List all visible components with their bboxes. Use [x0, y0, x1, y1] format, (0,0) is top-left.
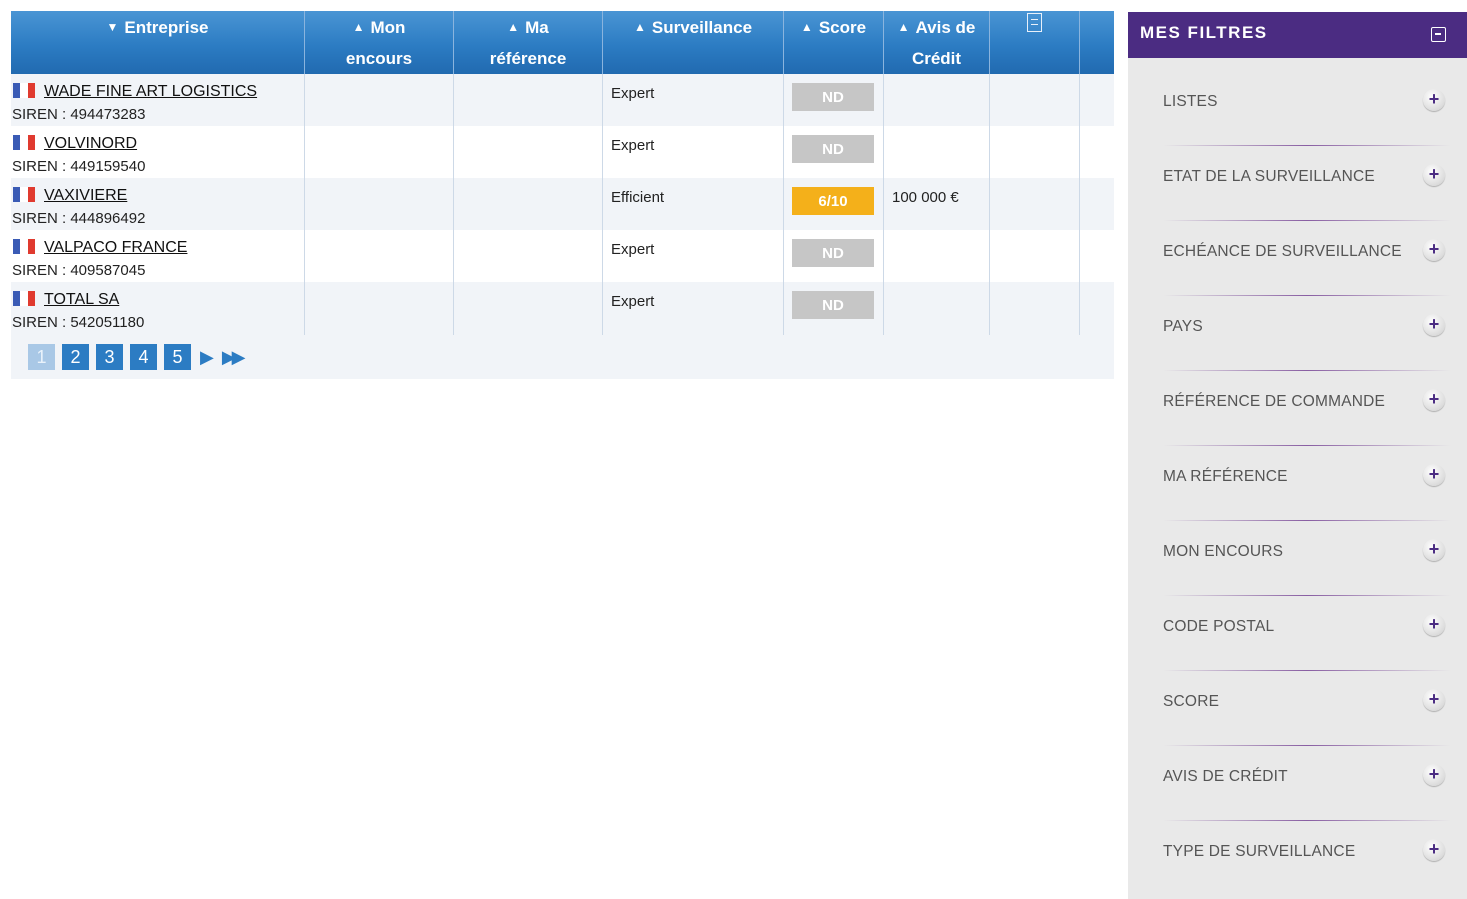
company-siren: SIREN : 494473283 — [12, 106, 146, 123]
column-label: Mon — [370, 18, 406, 37]
column-divider — [989, 74, 990, 335]
filter-avis-credit[interactable]: AVIS DE CRÉDIT + — [1128, 687, 1467, 786]
surveillance-type: Efficient — [611, 189, 665, 206]
column-label: Avis de — [915, 18, 976, 37]
filters-panel: MES FILTRES LISTES + ETAT DE LA SURVEILL… — [1128, 12, 1467, 899]
score-badge: ND — [792, 291, 874, 319]
surveillance-type: Expert — [611, 85, 655, 102]
company-link[interactable]: TOTAL SA — [44, 291, 119, 309]
company-link[interactable]: WADE FINE ART LOGISTICS — [44, 83, 257, 101]
filter-code-postal[interactable]: CODE POSTAL + — [1128, 537, 1467, 636]
page-button-2[interactable]: 2 — [62, 344, 89, 370]
filter-score[interactable]: SCORE + — [1128, 612, 1467, 711]
page-button-1: 1 — [28, 344, 55, 370]
document-icon — [1027, 13, 1042, 32]
column-label: Entreprise — [124, 18, 209, 37]
filter-ma-reference[interactable]: MA RÉFÉRENCE + — [1128, 387, 1467, 486]
column-label: Crédit — [911, 49, 962, 68]
score-badge: ND — [792, 135, 874, 163]
column-label: Surveillance — [651, 18, 753, 37]
column-label: encours — [345, 49, 413, 68]
filter-pays[interactable]: PAYS + — [1128, 237, 1467, 336]
column-header-surveillance[interactable]: ▲ Surveillance — [603, 11, 784, 74]
company-siren: SIREN : 449159540 — [12, 158, 146, 175]
company-siren: SIREN : 542051180 — [12, 314, 145, 331]
sort-asc-icon: ▲ — [897, 20, 910, 34]
column-label: référence — [489, 49, 567, 68]
sort-asc-icon: ▲ — [800, 20, 813, 34]
column-header-score[interactable]: ▲ Score — [784, 11, 884, 74]
credit-opinion: 100 000 € — [892, 189, 959, 206]
sort-asc-icon: ▲ — [507, 20, 520, 34]
table-row: TOTAL SA SIREN : 542051180 Expert ND — [11, 282, 1114, 334]
column-label: Score — [818, 18, 867, 37]
company-link[interactable]: VAXIVIERE — [44, 187, 127, 205]
column-header-notes — [990, 11, 1080, 74]
company-siren: SIREN : 444896492 — [12, 210, 146, 227]
score-badge: ND — [792, 239, 874, 267]
column-header-avis-de-credit[interactable]: ▲ Avis de Crédit — [884, 11, 990, 74]
column-header-extra — [1080, 11, 1114, 74]
company-link[interactable]: VALPACO FRANCE — [44, 239, 187, 257]
filter-etat-surveillance[interactable]: ETAT DE LA SURVEILLANCE + — [1128, 87, 1467, 186]
page-button-3[interactable]: 3 — [96, 344, 123, 370]
column-divider — [602, 74, 603, 335]
surveillance-type: Expert — [611, 241, 655, 258]
surveillance-type: Expert — [611, 293, 655, 310]
last-page-icon[interactable]: ▶▶ — [222, 347, 246, 368]
sort-asc-icon: ▲ — [633, 20, 646, 34]
flag-france-icon — [13, 291, 35, 306]
filter-type-surveillance[interactable]: TYPE DE SURVEILLANCE + — [1128, 762, 1467, 861]
surveillance-type: Expert — [611, 137, 655, 154]
company-siren: SIREN : 409587045 — [12, 262, 146, 279]
sort-asc-icon: ▲ — [352, 20, 365, 34]
score-badge: ND — [792, 83, 874, 111]
flag-france-icon — [13, 187, 35, 202]
column-divider — [1079, 74, 1080, 335]
filter-reference-commande[interactable]: RÉFÉRENCE DE COMMANDE + — [1128, 312, 1467, 411]
column-divider — [453, 74, 454, 335]
column-divider — [883, 74, 884, 335]
table-row: VOLVINORD SIREN : 449159540 Expert ND — [11, 126, 1114, 178]
table-row: VALPACO FRANCE SIREN : 409587045 Expert … — [11, 230, 1114, 282]
column-label: Ma — [525, 18, 549, 37]
column-header-entreprise[interactable]: ▼ Entreprise — [11, 11, 305, 74]
column-header-mon-encours[interactable]: ▲ Mon encours — [305, 11, 454, 74]
table-row: WADE FINE ART LOGISTICS SIREN : 49447328… — [11, 74, 1114, 126]
filter-echeance-surveillance[interactable]: ECHÉANCE DE SURVEILLANCE + — [1128, 162, 1467, 261]
filter-listes[interactable]: LISTES + — [1128, 12, 1467, 111]
column-header-ma-reference[interactable]: ▲ Ma référence — [454, 11, 603, 74]
company-link[interactable]: VOLVINORD — [44, 135, 137, 153]
sort-desc-icon: ▼ — [106, 20, 119, 34]
column-divider — [304, 74, 305, 335]
page-button-4[interactable]: 4 — [130, 344, 157, 370]
next-page-icon[interactable]: ▶ — [200, 347, 214, 368]
page-button-5[interactable]: 5 — [164, 344, 191, 370]
table-header: ▼ Entreprise ▲ Mon encours ▲ Ma référence ▲… — [11, 11, 1114, 74]
filter-mon-encours[interactable]: MON ENCOURS + — [1128, 462, 1467, 561]
table-row: VAXIVIERE SIREN : 444896492 Efficient 6/… — [11, 178, 1114, 230]
flag-france-icon — [13, 135, 35, 150]
expand-plus-icon[interactable]: + — [1423, 839, 1445, 861]
flag-france-icon — [13, 83, 35, 98]
results-table: ▼ Entreprise ▲ Mon encours ▲ Ma référence ▲… — [11, 11, 1114, 379]
filter-label: TYPE DE SURVEILLANCE — [1163, 843, 1356, 860]
pagination: 1 2 3 4 5 ▶ ▶▶ — [28, 344, 252, 370]
score-badge: 6/10 — [792, 187, 874, 215]
column-divider — [783, 74, 784, 335]
flag-france-icon — [13, 239, 35, 254]
